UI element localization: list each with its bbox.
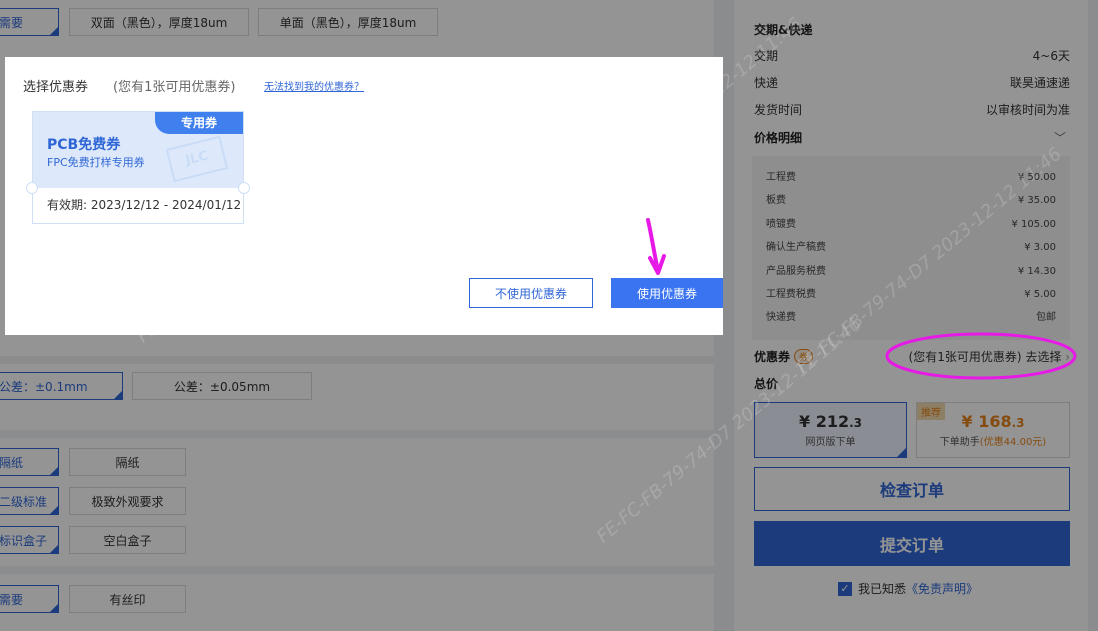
coupon-card-header: 专用券 PCB免费券 FPC免费打样专用券 JLC (33, 112, 243, 188)
coupon-card[interactable]: 专用券 PCB免费券 FPC免费打样专用券 JLC 有效期: 2023/12/1… (26, 111, 250, 224)
coupon-tag: 专用券 (155, 112, 243, 134)
use-coupon-button[interactable]: 使用优惠券 (611, 278, 723, 308)
coupon-desc: FPC免费打样专用券 (47, 156, 145, 169)
dialog-coupon-count: (您有1张可用优惠券) (113, 80, 236, 95)
ticket-notch (26, 182, 38, 194)
coupon-validity: 有效期: 2023/12/12 - 2024/01/12 (47, 198, 242, 212)
dialog-title: 选择优惠券 (23, 80, 89, 95)
coupon-name: PCB免费券 (47, 137, 121, 153)
coupon-dialog: 选择优惠券 (您有1张可用优惠券) 无法找到我的优惠券？ 专用券 PCB免费券 … (5, 57, 723, 335)
jlc-logo-icon: JLC (165, 135, 229, 183)
no-coupon-button[interactable]: 不使用优惠券 (469, 278, 593, 308)
cannot-find-coupon-link[interactable]: 无法找到我的优惠券？ (264, 78, 364, 93)
ticket-notch (238, 182, 250, 194)
